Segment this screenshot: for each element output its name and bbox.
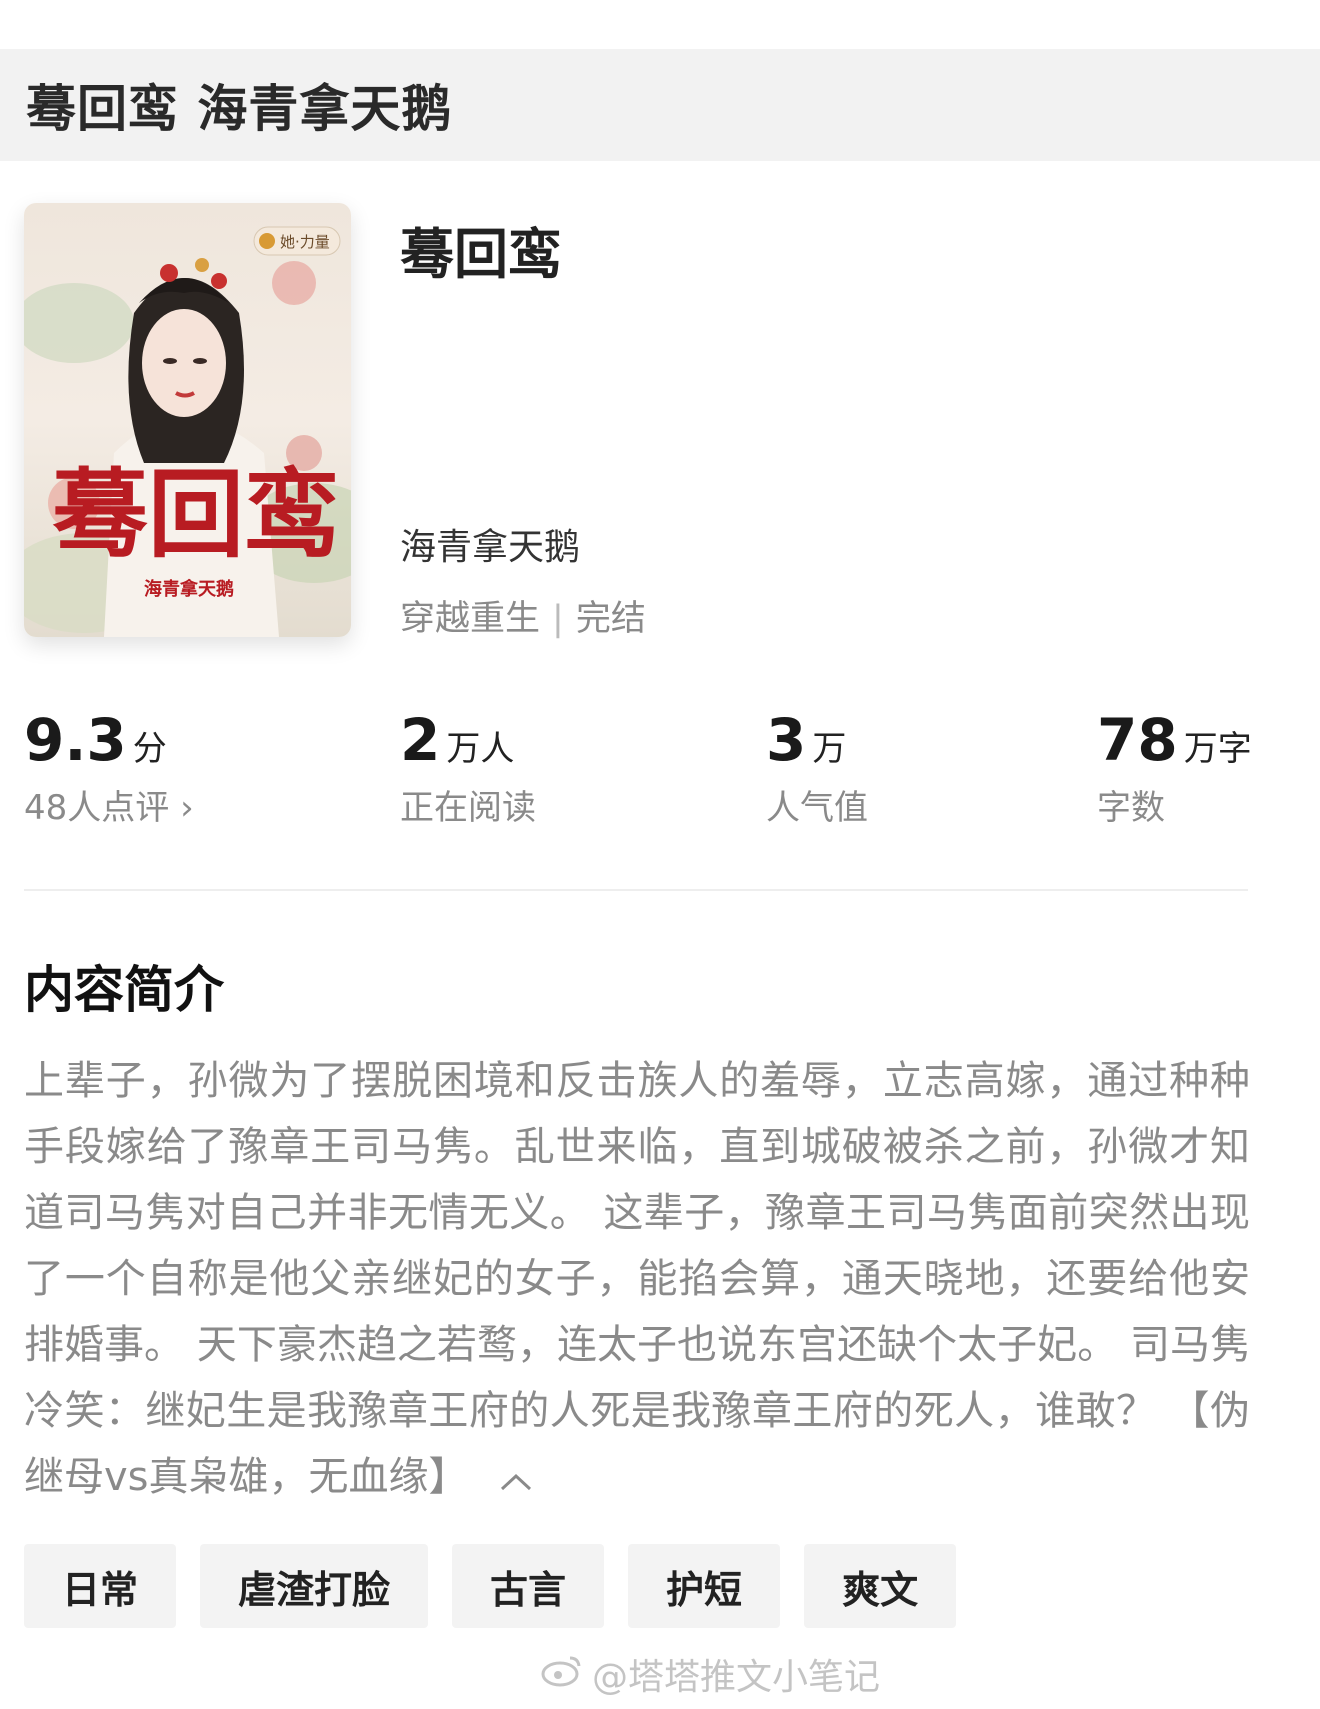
weibo-icon <box>540 1652 584 1697</box>
cover-author-art: 海青拿天鹅 <box>144 578 234 600</box>
intro-text-block: 上辈子，孙微为了摆脱困境和反击族人的羞辱，立志高嫁，通过种种手段嫁给了豫章王司马… <box>24 1048 1250 1512</box>
cover-title-art: 蓦回鸾 <box>52 458 340 571</box>
popularity-unit: 万 <box>812 729 847 769</box>
score-unit: 分 <box>132 729 167 769</box>
tag-item[interactable]: 爽文 <box>804 1544 957 1628</box>
meta-divider: | <box>552 599 564 639</box>
stat-readers: 2 万人 正在阅读 <box>400 706 536 829</box>
tag-item[interactable]: 古言 <box>452 1544 605 1628</box>
header-title: 蓦回鸾 海青拿天鹅 <box>26 80 453 138</box>
tag-item[interactable]: 日常 <box>24 1544 177 1628</box>
chevron-up-icon[interactable] <box>499 1446 533 1512</box>
word-count-value: 78 <box>1097 706 1178 774</box>
reviews-link[interactable]: 48人点评 › <box>24 780 194 829</box>
watermark: @塔塔推文小笔记 <box>540 1648 880 1700</box>
word-count-label: 字数 <box>1097 788 1165 828</box>
tag-list: 日常 虐渣打脸 古言 护短 爽文 <box>24 1544 957 1628</box>
book-status: 完结 <box>575 599 646 639</box>
readers-value: 2 <box>400 706 441 774</box>
tag-item[interactable]: 护短 <box>628 1544 781 1628</box>
intro-heading: 内容简介 <box>24 961 224 1019</box>
book-meta: 穿越重生 | 完结 <box>400 590 646 641</box>
popularity-label: 人气值 <box>766 788 868 828</box>
tag-item[interactable]: 虐渣打脸 <box>200 1544 429 1628</box>
book-category[interactable]: 穿越重生 <box>400 599 540 639</box>
stat-popularity: 3万 人气值 <box>766 706 868 829</box>
word-count-unit: 万字 <box>1183 729 1252 769</box>
readers-label: 正在阅读 <box>400 788 536 828</box>
stat-word-count: 78 万字 字数 <box>1097 706 1252 829</box>
book-cover[interactable]: 她·力量 蓦回鸾 海青拿天鹅 <box>24 203 351 637</box>
book-title: 蓦回鸾 <box>400 223 562 286</box>
readers-unit: 万人 <box>446 729 515 769</box>
divider <box>24 889 1248 891</box>
intro-text: 上辈子，孙微为了摆脱困境和反击族人的羞辱，立志高嫁，通过种种手段嫁给了豫章王司马… <box>24 1058 1250 1500</box>
stat-score[interactable]: 9.3 分 48人点评 › <box>24 706 194 829</box>
book-author[interactable]: 海青拿天鹅 <box>400 518 580 570</box>
cover-illustration: 她·力量 蓦回鸾 海青拿天鹅 <box>24 203 351 637</box>
score-value: 9.3 <box>24 706 127 774</box>
header-bar: 蓦回鸾 海青拿天鹅 <box>0 49 1320 161</box>
watermark-text: @塔塔推文小笔记 <box>592 1657 881 1698</box>
popularity-value: 3 <box>766 706 807 774</box>
cover-badge: 她·力量 <box>280 233 330 251</box>
